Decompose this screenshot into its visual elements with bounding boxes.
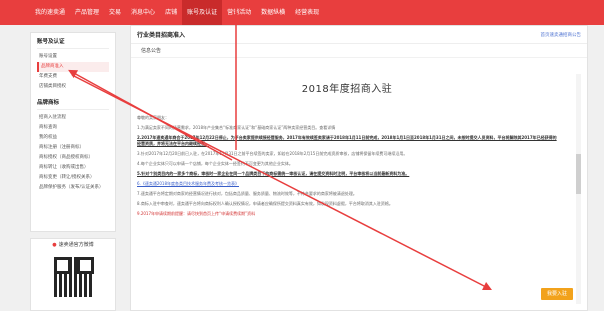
sidebar-item-category-auth[interactable]: 店铺类目授权: [37, 82, 109, 92]
notice-content: 2018年度招商入驻 尊敬的卖家朋友： 1.为满足卖家不同的经营需求，2018年产…: [137, 74, 557, 304]
divider: [37, 109, 109, 110]
sidebar-group-title: 品牌商标: [37, 100, 60, 106]
notice-paragraph: 9.2017年申请续期前提醒：请尽快到首页上传“申请续费续期”资料: [137, 211, 256, 216]
main-panel: 行业类目招商准入 首页速卖通招商公告 信息公告 2018年度招商入驻 尊敬的卖家…: [130, 25, 588, 311]
sidebar-item-entry-process[interactable]: 招商入驻流程: [37, 113, 109, 123]
nav-item-data[interactable]: 数据纵横: [256, 0, 290, 25]
qr-code-image: [54, 257, 94, 297]
weibo-qr-widget: ● 速卖通官方微博: [30, 238, 116, 311]
nav-item-trade[interactable]: 交易: [104, 0, 126, 25]
nav-item-messages[interactable]: 消息中心: [126, 0, 160, 25]
main-header: 行业类目招商准入 首页速卖通招商公告: [131, 26, 587, 44]
sidebar-item-trademark-change[interactable]: 商标变更（转让/授权关系）: [37, 173, 109, 183]
nav-item-marketing[interactable]: 营销活动: [222, 0, 256, 25]
sidebar-item-brand-entry[interactable]: 品牌商准入: [37, 62, 109, 72]
scrollbar[interactable]: [576, 74, 581, 304]
sidebar-group-title: 账号及认证: [37, 39, 65, 45]
sidebar-item-account-settings[interactable]: 账号设置: [37, 52, 109, 62]
notice-paragraph: 2.2017年速卖通年商会于2017年12月22日停止，为平台卖家提供续接经营服…: [137, 135, 557, 146]
notice-paragraph: 8.商标入驻中审查时，速卖通平台将向商标权利人确认授权情况，申请者应确保所提交资…: [137, 201, 393, 206]
sidebar-item-brand-protection[interactable]: 品牌保护服务（发布/认证关系）: [37, 183, 109, 193]
notice-paragraph: 3.针对2017年12月20日前已入驻，在2017年12月31日之前平台续签的卖…: [137, 151, 408, 156]
nav-item-products[interactable]: 产品管理: [70, 0, 104, 25]
sidebar-item-trademark-license[interactable]: 商标授权（商品授权商标）: [37, 153, 109, 163]
qr-header: ● 速卖通官方微博: [31, 239, 115, 252]
nav-item-my-aliexpress[interactable]: 我的速卖通: [30, 0, 70, 25]
page-title: 行业类目招商准入: [137, 32, 186, 39]
sidebar-item-trademark-transfer[interactable]: 商标转让（收购或出售）: [37, 163, 109, 173]
announcement-link[interactable]: 首页速卖通招商公告: [541, 32, 582, 38]
sidebar-item-trademark-search[interactable]: 商标查询: [37, 123, 109, 133]
nav-item-performance[interactable]: 经营表现: [290, 0, 324, 25]
notice-paragraphs: 尊敬的卖家朋友： 1.为满足卖家不同的经营需求，2018年产业集合“标准商家认证”…: [137, 115, 557, 217]
nav-item-store[interactable]: 店铺: [160, 0, 182, 25]
notice-paragraph: 尊敬的卖家朋友：: [137, 115, 169, 120]
notice-paragraph: 4.每个企业实体只可以申请一个店铺，每个企业实体一经签约不可变更为其他企业实体。: [137, 161, 293, 166]
notice-paragraph: 7.速卖通平台将定期对商家的经营情况进行核对，包括商品质量、服务质量、物流时效等…: [137, 191, 357, 196]
nav-item-account[interactable]: 账号及认证: [182, 0, 223, 25]
sidebar-item-annual-fee[interactable]: 年费支费: [37, 72, 109, 82]
sidebar-group-brand: 品牌商标 招商入驻流程 商标查询 我的权益 商标注册（注册商标） 商标授权（商品…: [31, 94, 115, 195]
sidebar-item-trademark-register[interactable]: 商标注册（注册商标）: [37, 143, 109, 153]
notice-paragraph: 5.针对个别类目内的一家多个商标，审核时一家企业在同一个品牌类目下的商标需统一审…: [137, 171, 410, 176]
scrollbar-thumb[interactable]: [576, 154, 581, 194]
notice-paragraph: 1.为满足卖家不同的经营需求，2018年产业集合“标准商家认证”和“基础商家认证…: [137, 125, 336, 130]
sidebar-item-my-rights[interactable]: 我的权益: [37, 133, 109, 143]
notice-title: 2018年度招商入驻: [301, 84, 393, 95]
weibo-icon: ●: [52, 242, 57, 248]
notice-paragraph[interactable]: 6.《速卖通2018年度各类目技术服务年费及考核一览表》: [137, 181, 557, 187]
qr-label: 速卖通官方微博: [58, 242, 94, 248]
tab-announcement[interactable]: 信息公告: [131, 44, 587, 58]
apply-entry-button[interactable]: 我要入驻: [541, 288, 573, 300]
top-navigation: 我的速卖通 产品管理 交易 消息中心 店铺 账号及认证 营销活动 数据纵横 经营…: [0, 0, 604, 25]
sidebar: 账号及认证 账号设置 品牌商准入 年费支费 店铺类目授权 品牌商标 招商入驻流程…: [30, 32, 116, 232]
sidebar-group-account: 账号及认证 账号设置 品牌商准入 年费支费 店铺类目授权: [31, 33, 115, 94]
divider: [37, 48, 109, 49]
